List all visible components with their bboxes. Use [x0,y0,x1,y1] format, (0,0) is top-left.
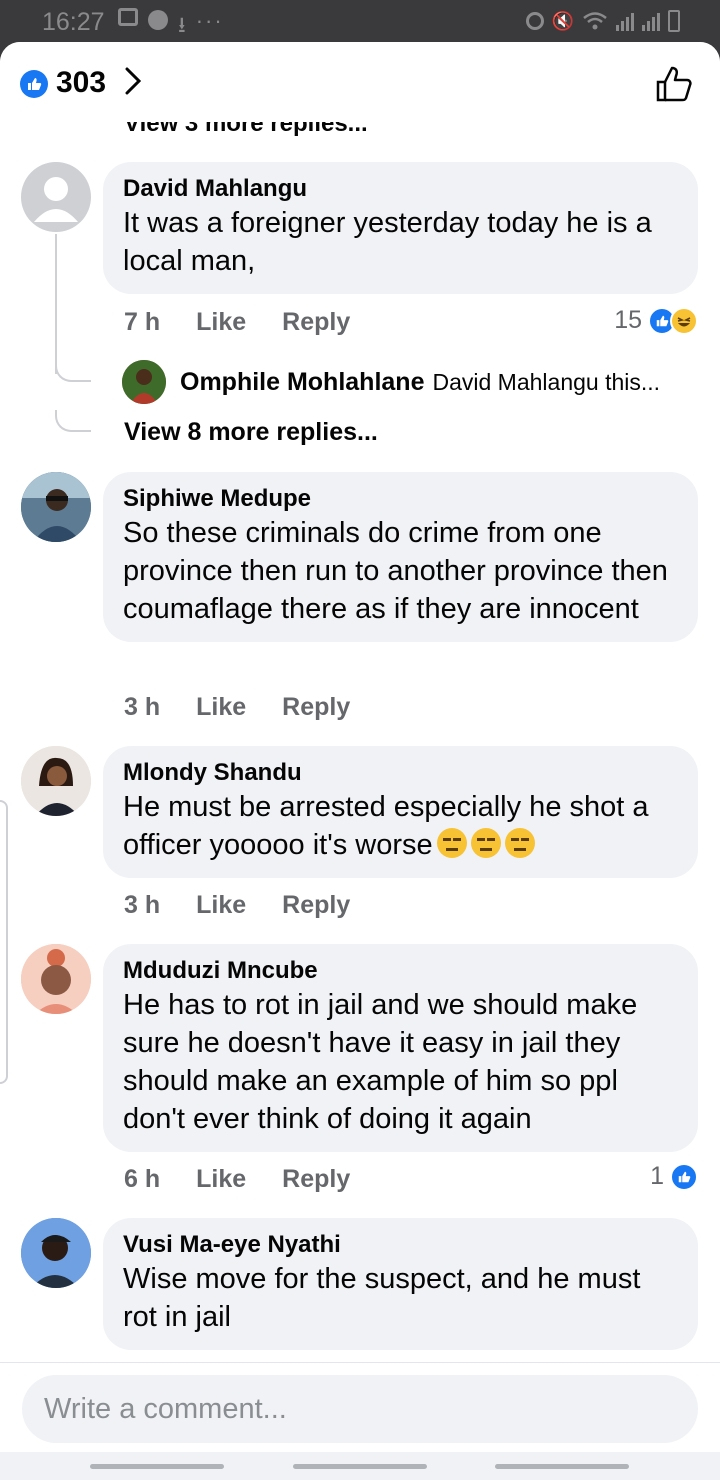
comment-bubble[interactable]: Mlondy Shandu He must be arrested especi… [103,746,698,878]
mute-icon: 🔇 [551,10,574,31]
nav-recent-apps[interactable] [90,1464,224,1469]
like-link[interactable]: Like [196,693,246,722]
unamused-emoji-icon [504,828,535,858]
signal-icon [642,11,660,31]
signal-icon [616,11,634,31]
reply-preview[interactable]: Omphile Mohlahlane David Mahlangu this..… [122,360,660,404]
avatar[interactable] [21,1218,91,1288]
comment-time: 3 h [124,891,161,919]
view-more-replies[interactable]: View 8 more replies... [124,418,378,447]
comment-author[interactable]: Mlondy Shandu [123,758,678,788]
nav-back[interactable] [495,1464,629,1469]
comment-reactions[interactable]: 15 [614,306,698,335]
sheet-header: 303 [0,42,720,120]
scroll-handle[interactable] [0,800,8,1084]
comment-text: Wise move for the suspect, and he must r… [123,1263,641,1333]
thread-line [55,234,57,374]
reaction-count[interactable]: 303 [56,66,106,100]
avatar[interactable] [21,944,91,1014]
comment-time: 3 h [124,693,161,721]
unamused-emoji-icon [436,828,467,858]
avatar[interactable] [21,746,91,816]
more-dots-icon: ··· [195,8,224,33]
comment-text: He has to rot in jail and we should make… [123,989,638,1135]
alarm-icon [525,12,544,30]
comment-author[interactable]: Siphiwe Medupe [123,484,678,514]
comment-text: So these criminals do crime from one pro… [123,517,668,625]
like-link[interactable]: Like [196,308,246,337]
comment-actions: 3 h Like Reply [124,693,386,722]
avatar[interactable] [21,162,91,232]
status-time: 16:27 [42,8,105,36]
comment-actions: 7 h Like Reply [124,308,386,337]
like-link[interactable]: Like [196,1165,246,1194]
comment-time: 7 h [124,308,161,336]
messenger-icon [148,10,168,30]
comment-bubble[interactable]: Vusi Ma-eye Nyathi Wise move for the sus… [103,1218,698,1350]
comment-actions: 6 h Like Reply [124,1165,386,1194]
comment-text-body: He must be arrested especially he shot a… [123,791,649,861]
like-reaction-icon [20,70,48,98]
unamused-emoji-icon [470,828,501,858]
like-icon [670,1162,698,1191]
navigation-bar [0,1452,720,1480]
thread-connector [55,360,91,382]
comment-time: 6 h [124,1165,161,1193]
comment-author[interactable]: Mduduzi Mncube [123,956,678,986]
haha-icon [670,306,698,335]
reply-link[interactable]: Reply [282,308,350,337]
comment-input[interactable] [22,1375,698,1443]
like-link[interactable]: Like [196,891,246,920]
like-button-icon[interactable] [654,64,694,104]
reaction-count: 1 [650,1162,664,1190]
reply-text: David Mahlangu this... [432,368,661,395]
comments-sheet: 303 View 3 more replies... David Mahlang… [0,42,720,1480]
comment-text: He must be arrested especially he shot a… [123,788,678,864]
reply-link[interactable]: Reply [282,693,350,722]
avatar[interactable] [122,360,166,404]
comment-bubble[interactable]: Mduduzi Mncube He has to rot in jail and… [103,944,698,1152]
status-right-icons: 🔇 [525,10,680,32]
comment-bubble[interactable]: David Mahlangu It was a foreigner yester… [103,162,698,294]
reaction-count: 15 [614,306,642,334]
comment-text: It was a foreigner yesterday today he is… [123,207,652,277]
reply-link[interactable]: Reply [282,891,350,920]
comment-bubble[interactable]: Siphiwe Medupe So these criminals do cri… [103,472,698,642]
comment-actions: 3 h Like Reply [124,891,386,920]
chevron-right-icon[interactable] [122,64,144,107]
status-bar: 16:27 ⭳ ··· 🔇 [0,0,720,44]
nav-home[interactable] [293,1464,427,1469]
wifi-icon [583,12,607,30]
comment-author[interactable]: David Mahlangu [123,174,678,204]
status-left-icons: ⭳ ··· [118,8,224,46]
reply-author[interactable]: Omphile Mohlahlane [180,368,424,397]
avatar[interactable] [21,472,91,542]
reply-link[interactable]: Reply [282,1165,350,1194]
thread-connector [55,410,91,432]
comment-reactions[interactable]: 1 [650,1162,698,1191]
comment-author[interactable]: Vusi Ma-eye Nyathi [123,1230,678,1260]
battery-icon [668,10,680,32]
download-icon: ⭳ [178,12,186,37]
image-icon [118,8,138,26]
